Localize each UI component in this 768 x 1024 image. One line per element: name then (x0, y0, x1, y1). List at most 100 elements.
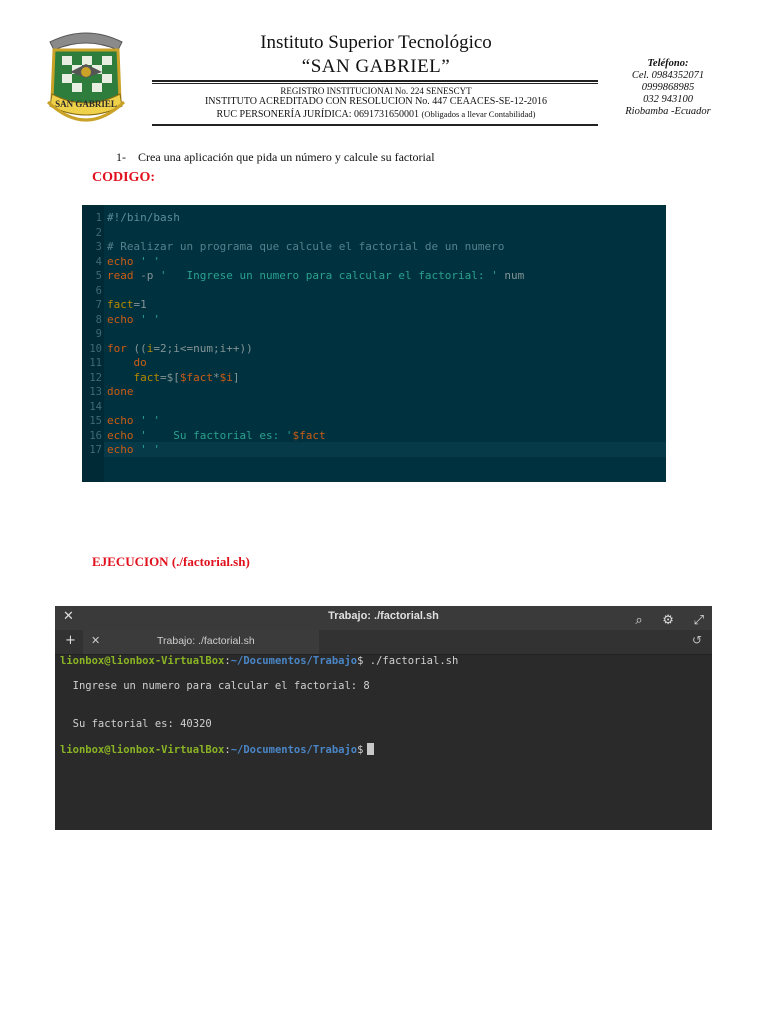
code-text: =2;i<=num;i++)) (153, 341, 253, 355)
line-number: 2 (95, 226, 102, 239)
ruc-line: RUC PERSONERÍA JURÍDICA: 0691731650001 (… (152, 108, 600, 121)
line-number: 8 (95, 313, 102, 326)
code-line: 1 #!/bin/bash (82, 211, 666, 226)
code-text: (( (126, 341, 147, 355)
code-string: ' ' (133, 443, 160, 456)
line-number: 15 (89, 415, 102, 427)
code-line: 12 fact=$[$fact*$i] (82, 371, 666, 386)
code-keyword: read (107, 269, 134, 282)
line-number: 9 (95, 328, 102, 340)
phone-cel: Cel. 0984352071 (631, 70, 705, 81)
logo-text: SAN GABRIEL (55, 99, 117, 109)
code-line: 2 (82, 226, 666, 241)
code-line: 8 echo ' ' (82, 313, 666, 328)
code-keyword: do (107, 356, 147, 369)
prompt-path: ~/Documentos/Trabajo (230, 655, 358, 667)
search-icon[interactable]: ⌕ (635, 613, 642, 628)
code-line: 16 echo ' Su factorial es: '$fact (82, 429, 666, 444)
line-number: 13 (89, 386, 102, 398)
code-comment: # Realizar un programa que calcule el fa… (107, 240, 505, 253)
terminal-prompt-line: lionbox@lionbox-VirtualBox:~/Documentos/… (60, 743, 375, 756)
expand-icon[interactable]: ⤢ (694, 613, 704, 628)
line-number: 3 (95, 241, 102, 253)
ruc-text: RUC PERSONERÍA JURÍDICA: 0691731650001 (216, 109, 419, 120)
code-keyword: echo (107, 254, 134, 268)
line-number: 17 (89, 444, 102, 456)
task-item: 1- Crea una aplicación que pida un número… (116, 150, 435, 165)
location: Riobamba -Ecuador (625, 106, 711, 117)
code-editor: 1 #!/bin/bash 2 3 # Realizar un programa q… (82, 205, 666, 482)
institute-title: Instituto Superior Tecnológico (260, 32, 492, 53)
code-line: 11 do (82, 356, 666, 371)
terminal-window: ✕ Trabajo: ./factorial.sh ⌕ ⚙ ⤢ + ✕ Trab… (55, 606, 712, 830)
phone-label: Teléfono: (647, 58, 689, 69)
task-text: Crea una aplicación que pida un número y… (138, 150, 435, 164)
ruc-note: (Obligados a llevar Contabilidad) (421, 109, 536, 119)
code-line: 4 echo ' ' (82, 255, 666, 270)
line-number: 6 (95, 284, 102, 297)
code-line: 15 echo ' ' (82, 414, 666, 429)
code-line: 5 read -p ' Ingrese un numero para calcul… (82, 269, 666, 284)
code-var: fact (107, 370, 160, 384)
code-string: ' ' (133, 312, 160, 326)
code-var: $i (219, 370, 233, 384)
line-number: 11 (89, 357, 102, 369)
prompt-dollar: $ (357, 744, 364, 756)
code-string: ' ' (133, 254, 160, 268)
tab-label: Trabajo: ./factorial.sh (157, 635, 255, 647)
code-text: =$[ (159, 370, 180, 384)
terminal-prompt-line: lionbox@lionbox-VirtualBox:~/Documentos/… (60, 655, 458, 667)
line-number: 16 (89, 429, 102, 442)
institute-subtitle: “SAN GABRIEL” (301, 56, 451, 77)
line-number: 7 (95, 299, 102, 311)
code-keyword: done (107, 385, 134, 398)
code-line: 10 for ((i=2;i<=num;i++)) (82, 342, 666, 357)
terminal-tab[interactable]: ✕ Trabajo: ./factorial.sh (83, 630, 319, 654)
code-string: ' ' (133, 414, 160, 427)
terminal-cursor[interactable] (367, 743, 375, 755)
line-number: 14 (89, 400, 102, 413)
code-shebang: #!/bin/bash (107, 211, 180, 224)
institute-logo: SAN GABRIEL (40, 20, 132, 136)
task-number: 1- (116, 150, 126, 164)
terminal-title: Trabajo: ./factorial.sh (328, 610, 439, 622)
code-var: $fact (179, 370, 213, 384)
code-text: ] (232, 370, 240, 384)
gear-icon[interactable]: ⚙ (662, 613, 674, 628)
terminal-command: ./factorial.sh (363, 655, 459, 667)
prompt-user: lionbox@lionbox-VirtualBox (60, 744, 225, 756)
terminal-output-line: Ingrese un numero para calcular el facto… (60, 680, 370, 692)
ejecucion-heading: EJECUCION (./factorial.sh) (92, 554, 250, 569)
phone-block: Teléfono: Cel. 0984352071 0999868985 032… (612, 58, 724, 118)
code-keyword: echo (107, 414, 134, 427)
acreditado-line: INSTITUTO ACREDITADO CON RESOLUCION No. … (204, 96, 548, 107)
header-rule (152, 80, 598, 82)
phone-2: 0999868985 (641, 82, 695, 93)
line-number: 10 (89, 342, 102, 355)
close-tab-icon[interactable]: ✕ (91, 634, 100, 647)
code-line: 17 echo ' ' (82, 443, 666, 458)
line-number: 4 (95, 255, 102, 268)
history-icon[interactable]: ↺ (692, 633, 702, 647)
code-line: 6 (82, 284, 666, 299)
prompt-user: lionbox@lionbox-VirtualBox (60, 655, 225, 667)
code-keyword: echo (107, 312, 134, 326)
code-line: 14 (82, 400, 666, 415)
code-line: 7 fact=1 (82, 298, 666, 313)
line-number: 1 (95, 212, 102, 224)
code-keyword: echo (107, 443, 134, 456)
terminal-output-line: Su factorial es: 40320 (60, 718, 212, 730)
code-var: $fact (292, 428, 326, 442)
add-tab-icon[interactable]: + (65, 633, 76, 648)
code-text: =1 (133, 298, 147, 311)
terminal-tabbar: + ✕ Trabajo: ./factorial.sh ↺ (55, 630, 712, 655)
code-flag: -p (133, 269, 160, 282)
line-number: 5 (95, 270, 102, 282)
code-var: fact (107, 298, 134, 311)
code-line: 3 # Realizar un programa que calcule el f… (82, 240, 666, 255)
terminal-titlebar: ✕ Trabajo: ./factorial.sh ⌕ ⚙ ⤢ (55, 606, 712, 630)
phone-3: 032 943100 (643, 94, 693, 105)
line-number: 12 (89, 371, 102, 384)
code-var: num (497, 269, 525, 282)
prompt-path: ~/Documentos/Trabajo (230, 744, 358, 756)
